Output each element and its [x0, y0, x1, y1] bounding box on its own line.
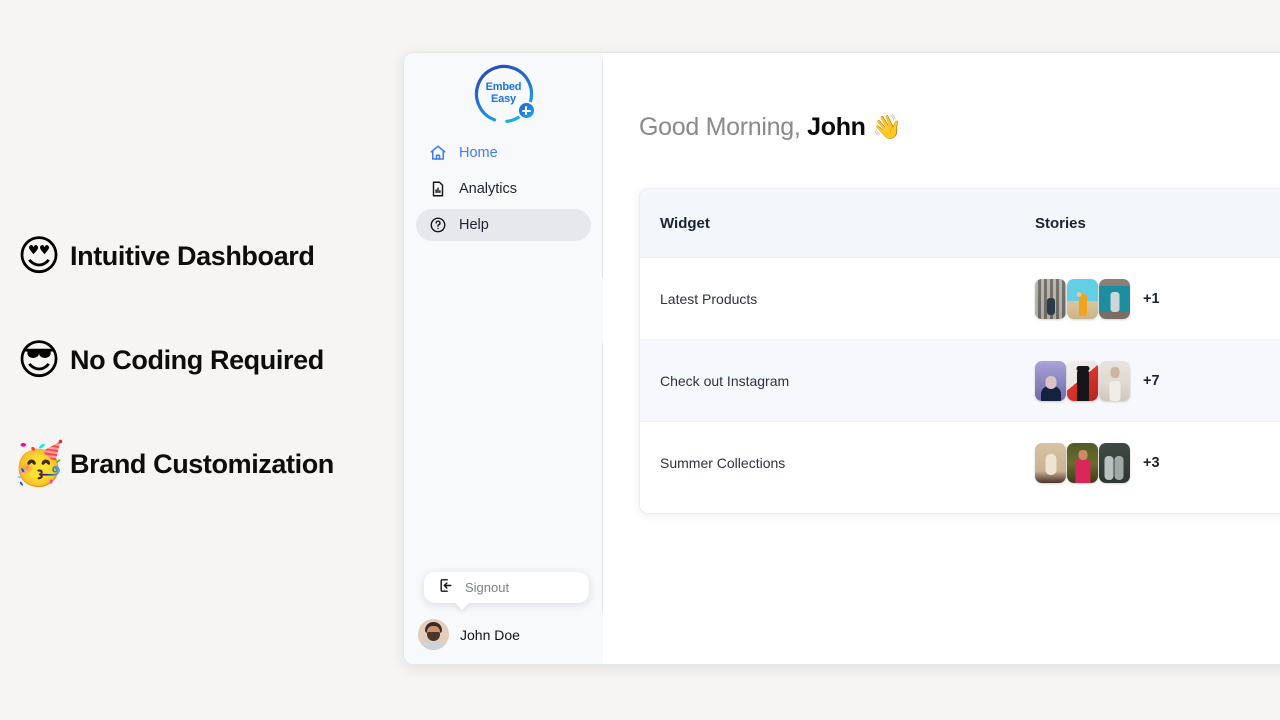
- sidebar-nav: Home Analytics: [404, 137, 603, 241]
- story-thumbnails[interactable]: [1035, 361, 1131, 401]
- waving-hand-emoji: 👋: [872, 113, 902, 141]
- feature-label: Brand Customization: [70, 449, 334, 480]
- sidebar-item-analytics[interactable]: Analytics: [416, 173, 591, 205]
- sidebar-item-label: Analytics: [459, 181, 517, 197]
- cell-stories: +3: [1035, 443, 1280, 483]
- page-title: Good Morning, John 👋: [639, 113, 1280, 142]
- sidebar-item-home[interactable]: Home: [416, 137, 591, 169]
- sidebar-item-label: Help: [459, 217, 489, 233]
- cell-widget-name: Check out Instagram: [660, 373, 1035, 389]
- cell-stories: +7: [1035, 361, 1280, 401]
- app-logo[interactable]: Embed Easy: [473, 63, 535, 125]
- story-more-count: +1: [1143, 291, 1160, 307]
- widgets-table: Widget Stories Latest Products: [639, 188, 1280, 514]
- story-thumbnails[interactable]: [1035, 443, 1131, 483]
- story-thumbnail[interactable]: [1067, 443, 1098, 483]
- story-thumbnails[interactable]: [1035, 279, 1131, 319]
- sunglasses-emoji: 😎: [12, 339, 66, 381]
- cell-widget-name: Summer Collections: [660, 455, 1035, 471]
- party-face-emoji: 🥳: [12, 443, 66, 485]
- story-thumbnail[interactable]: [1099, 443, 1130, 483]
- story-more-count: +3: [1143, 455, 1160, 471]
- story-thumbnail[interactable]: [1035, 279, 1066, 319]
- list-item: 🥳 Brand Customization: [12, 443, 400, 485]
- feature-list: 😍 Intuitive Dashboard 😎 No Coding Requir…: [0, 0, 400, 720]
- help-circle-icon: [428, 216, 447, 235]
- table-header-row: Widget Stories: [640, 189, 1280, 257]
- signout-icon: [438, 577, 455, 599]
- table-row[interactable]: Latest Products: [640, 257, 1280, 339]
- story-thumbnail[interactable]: [1035, 361, 1066, 401]
- plus-badge-icon: [517, 101, 536, 120]
- story-thumbnail[interactable]: [1067, 361, 1098, 401]
- story-thumbnail[interactable]: [1067, 279, 1098, 319]
- sidebar-item-help[interactable]: Help: [416, 209, 591, 241]
- dashboard-panel: Embed Easy Home: [403, 52, 1280, 665]
- greeting-prefix: Good Morning,: [639, 113, 800, 141]
- user-name: John Doe: [460, 627, 520, 643]
- feature-label: No Coding Required: [70, 345, 324, 376]
- user-profile-row[interactable]: John Doe: [414, 619, 593, 650]
- sidebar-footer: Signout John Doe: [404, 572, 603, 664]
- home-icon: [428, 144, 447, 163]
- list-item: 😍 Intuitive Dashboard: [12, 235, 400, 277]
- greeting-name: John: [807, 113, 866, 141]
- story-thumbnail[interactable]: [1099, 279, 1130, 319]
- signout-button[interactable]: Signout: [424, 572, 589, 603]
- signout-label: Signout: [465, 580, 509, 595]
- feature-label: Intuitive Dashboard: [70, 241, 314, 272]
- heart-eyes-emoji: 😍: [12, 235, 66, 277]
- table-row[interactable]: Check out Instagram: [640, 339, 1280, 421]
- list-item: 😎 No Coding Required: [12, 339, 400, 381]
- column-header-widget: Widget: [660, 215, 1035, 232]
- story-thumbnail[interactable]: [1099, 361, 1130, 401]
- analytics-document-icon: [428, 180, 447, 199]
- logo-wrapper: Embed Easy: [404, 53, 603, 137]
- main-content: Good Morning, John 👋 Widget Stories Late…: [603, 53, 1280, 664]
- story-thumbnail[interactable]: [1035, 443, 1066, 483]
- sidebar: Embed Easy Home: [404, 53, 603, 664]
- sidebar-item-label: Home: [459, 145, 498, 161]
- story-more-count: +7: [1143, 373, 1160, 389]
- cell-widget-name: Latest Products: [660, 291, 1035, 307]
- avatar: [418, 619, 449, 650]
- cell-stories: +1: [1035, 279, 1280, 319]
- table-row[interactable]: Summer Collections: [640, 421, 1280, 503]
- column-header-stories: Stories: [1035, 215, 1280, 232]
